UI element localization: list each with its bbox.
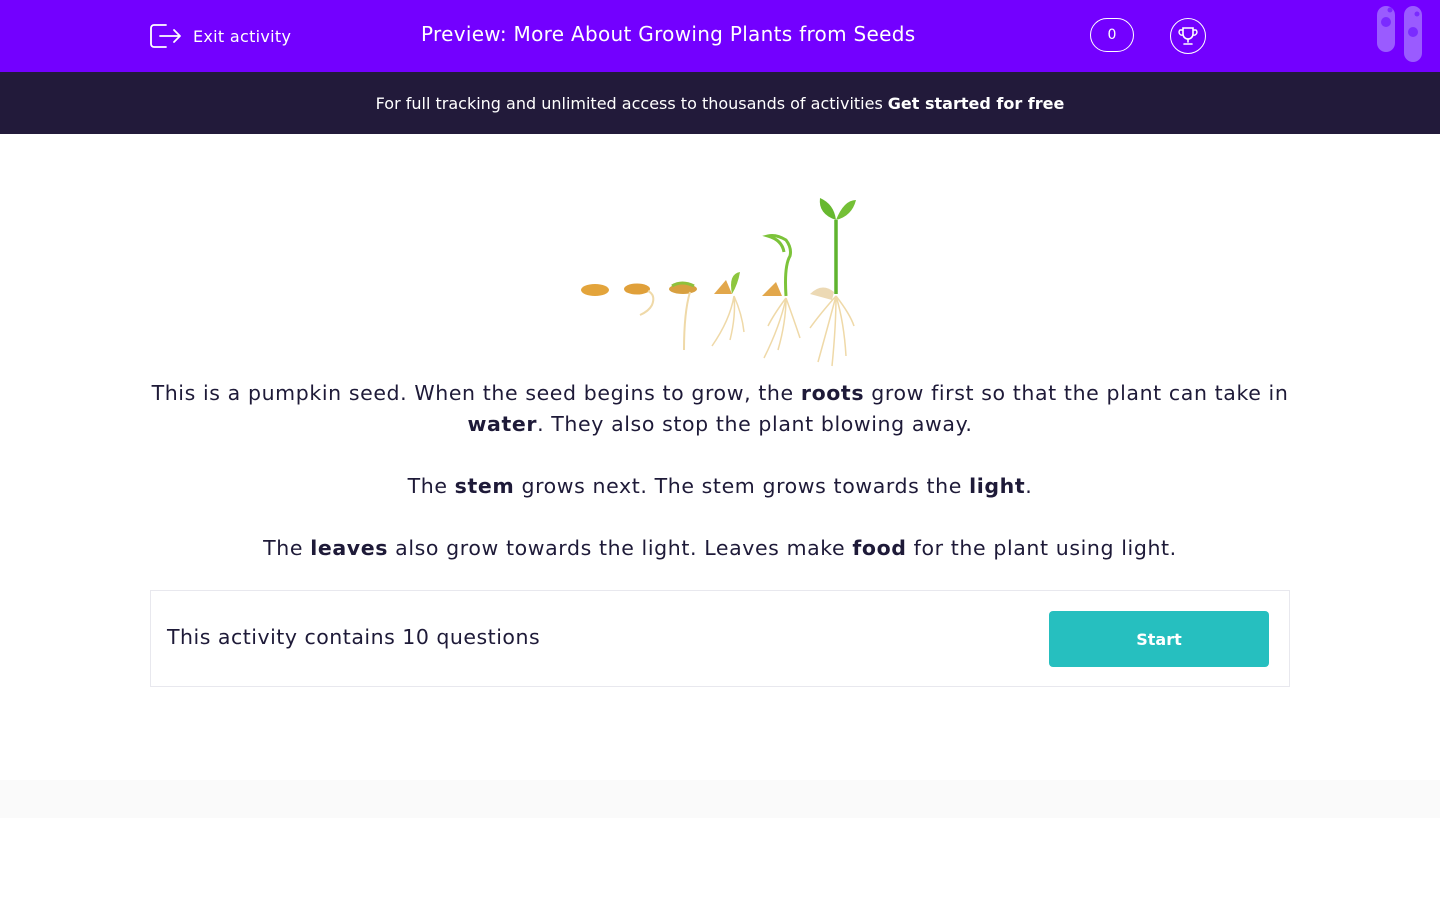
keyword-light: light — [969, 474, 1026, 498]
p2-text-2: grows next. The stem grows towards the — [514, 474, 970, 498]
pumpkin-seed-growth-image — [581, 198, 856, 367]
p2-text-1: The — [407, 474, 455, 498]
trophy-icon — [1178, 27, 1198, 45]
p3-text-2: also grow towards the light. Leaves make — [388, 536, 853, 560]
exit-activity-button[interactable]: Exit activity — [149, 21, 291, 51]
p3-text-1: The — [263, 536, 311, 560]
banner-text: For full tracking and unlimited access t… — [375, 93, 883, 113]
signup-banner: For full tracking and unlimited access t… — [0, 72, 1440, 134]
get-started-link[interactable]: Get started for free — [888, 94, 1065, 113]
top-bar: Exit activity Preview: More About Growin… — [0, 0, 1440, 72]
p3-text-3: for the plant using light. — [906, 536, 1177, 560]
question-count-label: This activity contains 10 questions — [167, 625, 541, 649]
keyword-leaves: leaves — [310, 536, 389, 560]
footer-strip — [0, 780, 1440, 818]
p1-text-1: This is a pumpkin seed. When the seed be… — [151, 381, 801, 405]
start-button[interactable]: Start — [1049, 611, 1269, 667]
activity-card: This activity contains 10 questions Star… — [150, 590, 1290, 687]
keyword-water: water — [467, 412, 538, 436]
paragraph-roots: This is a pumpkin seed. When the seed be… — [150, 378, 1290, 440]
p2-text-3: . — [1025, 474, 1033, 498]
trophy-button[interactable] — [1170, 18, 1206, 54]
keyword-food: food — [852, 536, 907, 560]
keyword-stem: stem — [454, 474, 515, 498]
paragraph-stem: The stem grows next. The stem grows towa… — [150, 471, 1290, 502]
score-badge: 0 — [1090, 18, 1134, 52]
exit-icon — [150, 24, 181, 48]
keyword-roots: roots — [800, 381, 865, 405]
page-title: Preview: More About Growing Plants from … — [421, 22, 916, 46]
p1-text-2: grow first so that the plant can take in — [864, 381, 1289, 405]
decorative-test-tubes — [1377, 6, 1422, 62]
exit-activity-label: Exit activity — [193, 26, 292, 46]
p1-text-3: . They also stop the plant blowing away. — [537, 412, 973, 436]
paragraph-leaves: The leaves also grow towards the light. … — [150, 533, 1290, 564]
